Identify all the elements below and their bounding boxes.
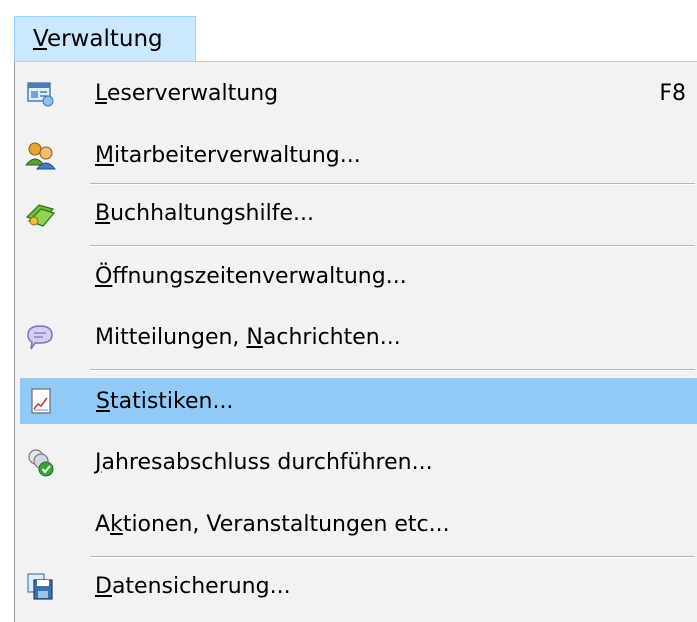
- menu-item-oeffnungszeitenverwaltung-label: Öffnungszeitenverwaltung...: [95, 254, 407, 300]
- label-post: eserverwaltung: [106, 81, 279, 106]
- label-accelerator: Ö: [95, 264, 113, 289]
- menu-separator: [90, 556, 695, 558]
- label-post: tionen, Veranstaltungen etc...: [122, 512, 450, 537]
- menu-item-oeffnungszeitenverwaltung[interactable]: Öffnungszeitenverwaltung...: [20, 254, 697, 300]
- menu-item-leserverwaltung-label: Leserverwaltung: [95, 71, 278, 117]
- menu-item-mitarbeiterverwaltung[interactable]: Mitarbeiterverwaltung...: [20, 133, 697, 179]
- menu-item-mitteilungen-nachrichten[interactable]: Mitteilungen, Nachrichten...: [20, 315, 697, 361]
- label-accelerator: N: [246, 325, 263, 350]
- menu-item-aktionen-veranstaltungen[interactable]: Aktionen, Veranstaltungen etc...: [20, 502, 697, 548]
- money-accounting-icon: [25, 204, 56, 227]
- label-post: ahresabschluss durchführen...: [101, 450, 433, 475]
- label-post: atensicherung...: [111, 574, 291, 599]
- menu-item-statistiken[interactable]: Statistiken...: [20, 378, 697, 424]
- label-post: ffnungszeitenverwaltung...: [112, 264, 407, 289]
- menu-item-jahresabschluss[interactable]: Jahresabschluss durchführen...: [20, 440, 697, 486]
- label-accelerator: L: [95, 81, 107, 106]
- menu-item-mitarbeiterverwaltung-label: Mitarbeiterverwaltung...: [95, 133, 361, 179]
- menu-verwaltung-accelerator: V: [33, 26, 47, 52]
- label-accelerator: k: [110, 512, 123, 537]
- menu-item-buchhaltungshilfe[interactable]: Buchhaltungshilfe...: [20, 191, 697, 237]
- label-accelerator: S: [96, 389, 110, 414]
- menu-item-statistiken-label: Statistiken...: [96, 379, 233, 425]
- menu-separator: [90, 369, 695, 371]
- label-accelerator: B: [95, 201, 111, 226]
- menu-separator: [90, 183, 695, 185]
- data-backup-icon: [27, 573, 53, 600]
- label-post: uchhaltungshilfe...: [110, 201, 314, 226]
- label-accelerator: D: [95, 574, 112, 599]
- reader-management-icon: [27, 82, 54, 107]
- menu-item-jahresabschluss-label: Jahresabschluss durchführen...: [95, 440, 433, 486]
- verwaltung-dropdown-menu: Leserverwaltung F8 Mitarbeiterverwaltung…: [14, 61, 697, 622]
- label-pre: Mitteilungen,: [95, 325, 247, 350]
- menu-bar: Verwaltung: [0, 0, 697, 66]
- label-post: achrichten...: [262, 325, 401, 350]
- menu-item-datensicherung-label: Datensicherung...: [95, 564, 291, 610]
- menu-item-aktionen-veranstaltungen-label: Aktionen, Veranstaltungen etc...: [95, 502, 450, 548]
- year-end-closing-icon: [28, 449, 54, 477]
- shortcut-f8: F8: [659, 81, 686, 106]
- label-pre: A: [95, 512, 111, 537]
- label-post: itarbeiterverwaltung...: [113, 143, 361, 168]
- menu-item-buchhaltungshilfe-label: Buchhaltungshilfe...: [95, 191, 314, 237]
- menu-item-leserverwaltung[interactable]: Leserverwaltung F8: [20, 71, 697, 117]
- label-accelerator: M: [95, 143, 114, 168]
- menu-verwaltung[interactable]: Verwaltung: [14, 16, 196, 62]
- staff-people-icon: [24, 142, 56, 170]
- speech-bubble-icon: [27, 325, 53, 350]
- menu-item-mitteilungen-nachrichten-label: Mitteilungen, Nachrichten...: [95, 315, 401, 361]
- label-post: tatistiken...: [109, 389, 234, 414]
- menu-separator: [90, 245, 695, 247]
- statistics-chart-icon: [31, 388, 51, 414]
- menu-verwaltung-suffix: erwaltung: [46, 26, 163, 52]
- menu-item-datensicherung[interactable]: Datensicherung...: [20, 564, 697, 610]
